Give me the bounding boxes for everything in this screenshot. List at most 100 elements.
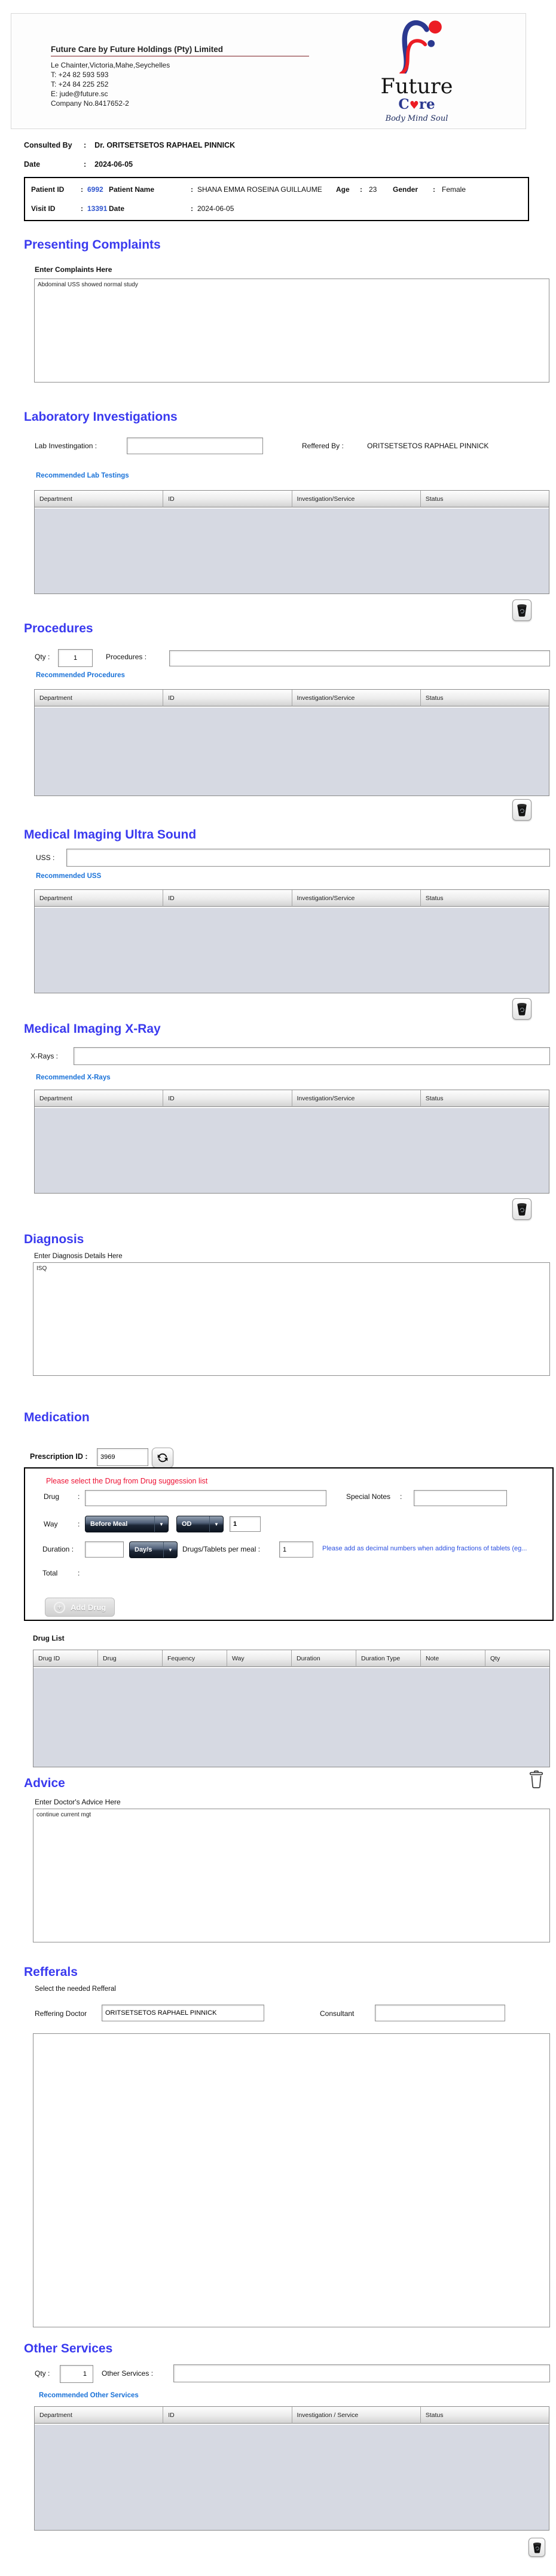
- frequency-qty-input[interactable]: [230, 1516, 261, 1532]
- procedures-qty-label: Qty :: [35, 653, 50, 661]
- uss-table-header: Department ID Investigation/Service Stat…: [35, 890, 549, 907]
- laboratory-heading: Laboratory Investigations: [24, 410, 178, 424]
- duration-label: Duration :: [42, 1545, 74, 1553]
- other-services-table-header: Department ID Investigation / Service St…: [35, 2407, 549, 2424]
- consulted-by-value: Dr. ORITSETSETOS RAPHAEL PINNICK: [94, 141, 235, 149]
- company-logo: Future C♥re Body Mind Soul: [363, 19, 471, 123]
- reffered-by-label: Reffered By :: [302, 442, 344, 450]
- column-header-id: ID: [163, 690, 292, 706]
- recommended-xray-label: Recommended X-Rays: [36, 1074, 111, 1081]
- logo-word-care: C♥re: [363, 97, 471, 112]
- uss-input[interactable]: [66, 849, 550, 867]
- add-drug-button[interactable]: + Add Drug: [45, 1598, 115, 1617]
- xray-table-body: [35, 1107, 549, 1193]
- duration-input[interactable]: [85, 1541, 124, 1558]
- lab-delete-button[interactable]: [512, 599, 531, 621]
- colon: :: [84, 141, 86, 149]
- refferal-sublabel: Select the needed Refferal: [35, 1985, 116, 1993]
- duration-unit-select[interactable]: Day/s ▼: [129, 1541, 178, 1558]
- xray-table-header: Department ID Investigation/Service Stat…: [35, 1090, 549, 1107]
- way-select[interactable]: Before Meal ▼: [85, 1516, 169, 1532]
- column-header-note: Note: [421, 1650, 485, 1667]
- other-services-input[interactable]: [173, 2364, 550, 2382]
- uss-table: Department ID Investigation/Service Stat…: [34, 889, 549, 993]
- duration-unit-value: Day/s: [135, 1546, 152, 1553]
- logo-care-c: C: [398, 96, 409, 112]
- special-notes-input[interactable]: [414, 1490, 507, 1506]
- company-number: Company No.8417652-2: [51, 99, 309, 108]
- recommended-other-services-label: Recommended Other Services: [39, 2392, 139, 2399]
- diagnosis-textarea[interactable]: ISQ: [33, 1262, 550, 1376]
- colon: :: [191, 185, 193, 194]
- drug-list-delete-button[interactable]: [528, 1769, 544, 1792]
- trash-icon: [516, 1201, 528, 1217]
- patient-name-label: Patient Name: [109, 185, 154, 194]
- xray-delete-button[interactable]: [512, 1198, 531, 1220]
- drug-list-label: Drug List: [33, 1634, 65, 1642]
- company-email: E: jude@future.sc: [51, 89, 309, 99]
- xray-heading: Medical Imaging X-Ray: [24, 1022, 161, 1036]
- frequency-selected-value: OD: [182, 1520, 192, 1528]
- column-header-id: ID: [163, 491, 292, 507]
- consulted-by-line: Consulted By:Dr. ORITSETSETOS RAPHAEL PI…: [24, 141, 235, 149]
- reffering-doctor-input[interactable]: [102, 2005, 264, 2021]
- add-drug-label: Add Drug: [71, 1603, 106, 1612]
- procedures-table-body: [35, 706, 549, 796]
- procedures-input[interactable]: [169, 650, 550, 666]
- xray-input[interactable]: [74, 1047, 550, 1065]
- other-services-delete-button[interactable]: [528, 2538, 545, 2557]
- logo-care-re: re: [419, 96, 435, 112]
- colon: :: [191, 204, 193, 213]
- logo-mark-icon: [378, 19, 456, 74]
- logo-tagline: Body Mind Soul: [363, 114, 471, 123]
- patient-id-label: Patient ID: [31, 185, 64, 194]
- column-header-way: Way: [227, 1650, 292, 1667]
- xray-table: Department ID Investigation/Service Stat…: [34, 1090, 549, 1194]
- consultant-input[interactable]: [375, 2005, 505, 2021]
- column-header-drug: Drug: [98, 1650, 163, 1667]
- drug-input[interactable]: [85, 1490, 326, 1506]
- other-services-qty-input[interactable]: [60, 2365, 93, 2383]
- refresh-prescription-button[interactable]: [152, 1448, 173, 1468]
- uss-table-body: [35, 907, 549, 993]
- report-date-value: 2024-06-05: [94, 160, 133, 169]
- reffered-by-value: ORITSETSETOS RAPHAEL PINNICK: [367, 442, 488, 450]
- colon: :: [78, 1520, 80, 1528]
- uss-delete-button[interactable]: [512, 998, 531, 1020]
- visit-id-label: Visit ID: [31, 204, 55, 213]
- procedures-delete-button[interactable]: [512, 799, 531, 821]
- column-header-id: ID: [163, 2407, 292, 2424]
- drug-suggestion-alert: Please select the Drug from Drug suggess…: [46, 1477, 207, 1485]
- colon: :: [81, 204, 83, 213]
- lab-investigation-label: Lab Investingation :: [35, 442, 97, 450]
- title-underline: [51, 56, 309, 57]
- colon: :: [78, 1492, 80, 1501]
- frequency-select[interactable]: OD ▼: [176, 1516, 224, 1532]
- recommended-uss-label: Recommended USS: [36, 873, 101, 880]
- procedures-label: Procedures :: [106, 653, 146, 661]
- logo-word-future: Future: [363, 77, 471, 97]
- complaints-textarea[interactable]: Abdominal USS showed normal study: [34, 279, 549, 383]
- column-header-id: ID: [163, 1090, 292, 1107]
- special-notes-label: Special Notes: [346, 1492, 390, 1501]
- column-header-department: Department: [35, 690, 163, 706]
- lab-investigation-input[interactable]: [127, 438, 263, 454]
- procedures-qty-input[interactable]: [58, 649, 93, 667]
- column-header-drug-id: Drug ID: [33, 1650, 98, 1667]
- lab-table-body: [35, 507, 549, 593]
- column-header-department: Department: [35, 2407, 163, 2424]
- company-phone2: T: +24 84 225 252: [51, 79, 309, 89]
- column-header-status: Status: [421, 2407, 549, 2424]
- refferals-heading: Refferals: [24, 1965, 78, 1980]
- other-services-table: Department ID Investigation / Service St…: [34, 2406, 549, 2531]
- consultation-report-page: Future Care by Future Holdings (Pty) Lim…: [0, 0, 556, 2576]
- prescription-id-input[interactable]: [97, 1448, 148, 1466]
- drug-label: Drug: [44, 1492, 59, 1501]
- advice-textarea[interactable]: continue current mgt: [33, 1809, 550, 1942]
- per-meal-input[interactable]: [279, 1541, 313, 1558]
- chevron-down-icon: ▼: [163, 1542, 177, 1558]
- company-title: Future Care by Future Holdings (Pty) Lim…: [51, 45, 309, 54]
- procedures-table: Department ID Investigation/Service Stat…: [34, 689, 549, 796]
- procedures-heading: Procedures: [24, 622, 93, 636]
- complaints-label: Enter Complaints Here: [35, 265, 112, 274]
